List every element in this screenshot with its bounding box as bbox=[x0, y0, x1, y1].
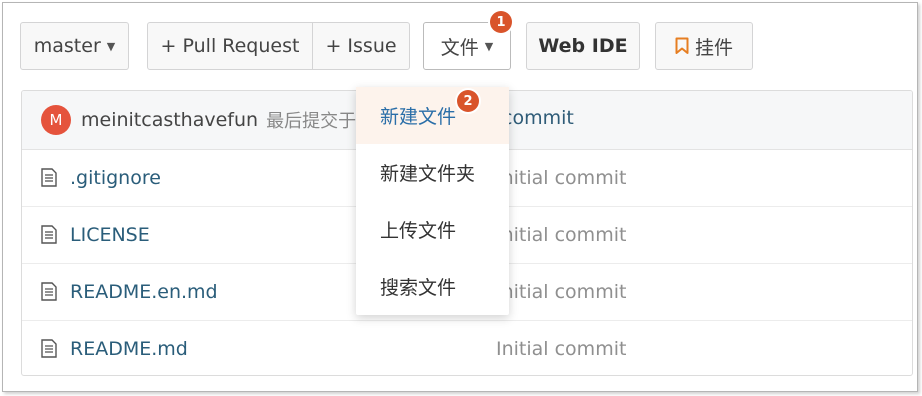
pr-issue-group: + Pull Request + Issue bbox=[147, 22, 410, 70]
commit-author[interactable]: meinitcasthavefun bbox=[81, 109, 258, 131]
file-name[interactable]: README.md bbox=[70, 338, 188, 360]
file-icon bbox=[41, 282, 57, 301]
branch-label: master bbox=[33, 35, 101, 57]
table-row[interactable]: README.md Initial commit bbox=[22, 320, 912, 375]
file-commit-message[interactable]: Initial commit bbox=[496, 281, 626, 303]
plugin-label: 挂件 bbox=[694, 36, 733, 59]
menu-item-new-folder[interactable]: 新建文件夹 bbox=[356, 144, 509, 201]
file-commit-message[interactable]: Initial commit bbox=[496, 224, 626, 246]
file-dropdown-menu: 新建文件 新建文件夹 上传文件 搜索文件 bbox=[356, 87, 509, 315]
commit-time-text: 最后提交于 bbox=[266, 111, 357, 132]
window-frame: master ▼ + Pull Request + Issue 文件 ▼ 1 W… bbox=[2, 2, 918, 392]
pull-request-button[interactable]: + Pull Request bbox=[148, 23, 313, 69]
file-icon bbox=[41, 168, 57, 187]
file-menu-label: 文件 bbox=[440, 36, 479, 59]
menu-item-new-file[interactable]: 新建文件 bbox=[356, 87, 509, 144]
web-ide-label: Web IDE bbox=[538, 35, 628, 57]
file-name[interactable]: README.en.md bbox=[70, 281, 218, 303]
menu-item-search-file[interactable]: 搜索文件 bbox=[356, 258, 509, 315]
branch-select[interactable]: master ▼ bbox=[20, 22, 129, 70]
avatar[interactable]: M bbox=[41, 105, 71, 135]
caret-down-icon: ▼ bbox=[106, 39, 116, 53]
caret-down-icon: ▼ bbox=[484, 39, 494, 53]
web-ide-button[interactable]: Web IDE bbox=[526, 22, 640, 70]
file-name[interactable]: .gitignore bbox=[70, 167, 161, 189]
step-badge-2: 2 bbox=[457, 90, 479, 112]
file-commit-message[interactable]: Initial commit bbox=[496, 338, 626, 360]
file-name[interactable]: LICENSE bbox=[70, 224, 150, 246]
step-badge-1: 1 bbox=[490, 11, 512, 33]
issue-label: + Issue bbox=[325, 35, 397, 57]
menu-item-upload-file[interactable]: 上传文件 bbox=[356, 201, 509, 258]
bookmark-icon bbox=[675, 37, 689, 55]
file-icon bbox=[41, 339, 57, 358]
pull-request-label: + Pull Request bbox=[160, 35, 300, 57]
issue-button[interactable]: + Issue bbox=[313, 23, 409, 69]
latest-commit-message[interactable]: commit bbox=[502, 107, 574, 129]
plugin-button[interactable]: 挂件 bbox=[655, 22, 753, 70]
file-commit-message[interactable]: Initial commit bbox=[496, 167, 626, 189]
file-icon bbox=[41, 225, 57, 244]
